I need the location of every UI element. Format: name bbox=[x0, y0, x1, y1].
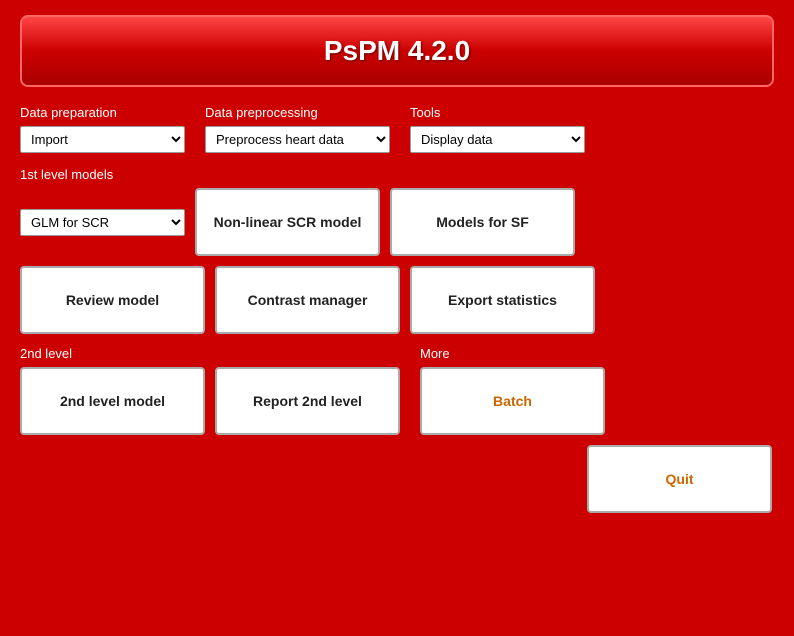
batch-button[interactable]: Batch bbox=[420, 367, 605, 435]
contrast-manager-button[interactable]: Contrast manager bbox=[215, 266, 400, 334]
non-linear-scr-button[interactable]: Non-linear SCR model bbox=[195, 188, 380, 256]
export-statistics-button[interactable]: Export statistics bbox=[410, 266, 595, 334]
tools-select[interactable]: Display data bbox=[410, 126, 585, 153]
first-level-label: 1st level models bbox=[20, 167, 774, 182]
models-sf-button[interactable]: Models for SF bbox=[390, 188, 575, 256]
data-preproc-select[interactable]: Preprocess heart data bbox=[205, 126, 390, 153]
second-level-label: 2nd level bbox=[20, 346, 400, 361]
data-preproc-label: Data preprocessing bbox=[205, 105, 390, 120]
tools-group: Tools Display data bbox=[410, 105, 585, 153]
first-level-select[interactable]: GLM for SCR bbox=[20, 209, 185, 236]
data-preproc-group: Data preprocessing Preprocess heart data bbox=[205, 105, 390, 153]
quit-button[interactable]: Quit bbox=[587, 445, 772, 513]
data-prep-group: Data preparation Import bbox=[20, 105, 185, 153]
review-model-button[interactable]: Review model bbox=[20, 266, 205, 334]
title-bar: PsPM 4.2.0 bbox=[20, 15, 774, 87]
data-prep-label: Data preparation bbox=[20, 105, 185, 120]
more-label: More bbox=[420, 346, 605, 361]
data-prep-select[interactable]: Import bbox=[20, 126, 185, 153]
tools-label: Tools bbox=[410, 105, 585, 120]
app-title: PsPM 4.2.0 bbox=[324, 35, 470, 66]
main-container: PsPM 4.2.0 Data preparation Import Data … bbox=[0, 0, 794, 636]
second-level-model-button[interactable]: 2nd level model bbox=[20, 367, 205, 435]
report-2nd-level-button[interactable]: Report 2nd level bbox=[215, 367, 400, 435]
